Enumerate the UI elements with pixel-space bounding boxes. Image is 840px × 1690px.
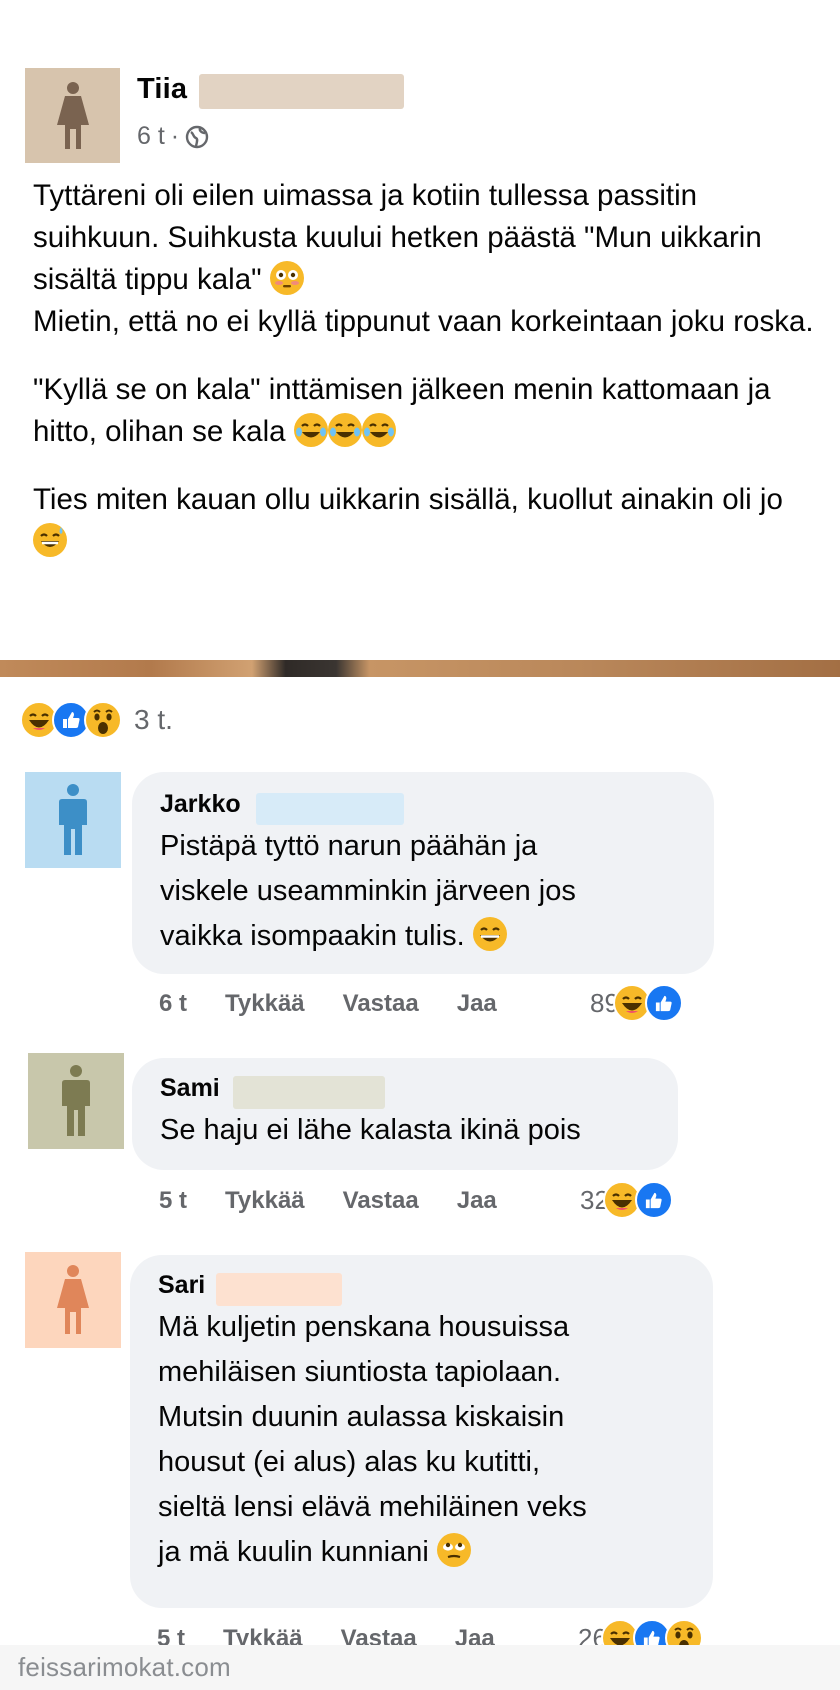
male-person-icon xyxy=(62,1065,90,1136)
reaction-count[interactable]: 3 t. xyxy=(134,704,173,736)
post-paragraph: Tyttäreni oli eilen uimassa ja kotiin tu… xyxy=(33,179,814,338)
like-button[interactable]: Tykkää xyxy=(225,1187,305,1215)
comment-reactions[interactable]: 89 xyxy=(590,984,683,1022)
comment-author-name[interactable]: Sami xyxy=(160,1074,650,1109)
tears-of-joy-icon xyxy=(293,413,328,447)
globe-icon xyxy=(185,125,209,148)
redacted-surname xyxy=(256,793,404,825)
tears-of-joy-icon xyxy=(327,413,362,447)
like-icon xyxy=(634,1181,673,1219)
comment-author-avatar[interactable] xyxy=(28,1053,124,1149)
share-button[interactable]: Jaa xyxy=(457,990,497,1018)
watermark: feissarimokat.com xyxy=(18,1652,231,1682)
reaction-summary[interactable]: 3 t. xyxy=(20,701,173,739)
post-author-name[interactable]: Tiia xyxy=(137,73,187,106)
like-icon xyxy=(644,984,683,1022)
post: Tiia 6 t · Tyttäreni oli eilen uimassa j… xyxy=(0,0,840,660)
redacted-surname xyxy=(216,1273,342,1306)
sweat-smile-icon xyxy=(33,523,67,557)
comment-time[interactable]: 6 t xyxy=(159,990,187,1018)
post-meta: 6 t · xyxy=(137,122,209,151)
like-button[interactable]: Tykkää xyxy=(225,990,305,1018)
share-button[interactable]: Jaa xyxy=(457,1187,497,1215)
tears-of-joy-icon xyxy=(361,413,396,447)
grinning-face-icon xyxy=(472,917,507,951)
reply-button[interactable]: Vastaa xyxy=(343,1187,419,1215)
comment-author-name[interactable]: Jarkko xyxy=(160,790,686,825)
comment-reactions[interactable]: 32 xyxy=(580,1181,673,1219)
comment-actions: 6 t Tykkää Vastaa Jaa xyxy=(159,990,535,1018)
post-image-edge[interactable] xyxy=(0,660,840,677)
post-time[interactable]: 6 t xyxy=(137,122,165,151)
post-paragraph: "Kyllä se on kala" inttämisen jälkeen me… xyxy=(33,373,771,448)
redacted-surname xyxy=(199,74,404,109)
post-body: Tyttäreni oli eilen uimassa ja kotiin tu… xyxy=(33,175,823,589)
comment-actions: 5 t Tykkää Vastaa Jaa xyxy=(159,1187,535,1215)
female-person-icon xyxy=(56,81,89,149)
comment-text: Se haju ei lähe kalasta ikinä pois xyxy=(160,1114,581,1146)
comment-author-avatar[interactable] xyxy=(25,772,121,868)
comment-bubble: Sari Mä kuljetin penskana housuissa mehi… xyxy=(130,1255,713,1608)
meta-separator: · xyxy=(170,122,180,150)
comment-author-name[interactable]: Sari xyxy=(158,1271,685,1306)
eye-roll-icon xyxy=(436,1533,471,1567)
comment-bubble: Sami Se haju ei lähe kalasta ikinä pois xyxy=(132,1058,678,1170)
comment-text: Mä kuljetin penskana housuissa mehiläise… xyxy=(158,1311,587,1568)
reply-button[interactable]: Vastaa xyxy=(343,990,419,1018)
redacted-surname xyxy=(233,1076,385,1109)
post-paragraph: Ties miten kauan ollu uikkarin sisällä, … xyxy=(33,479,823,563)
wow-icon xyxy=(84,701,122,739)
female-person-icon xyxy=(57,1265,89,1334)
comment-author-avatar[interactable] xyxy=(25,1252,121,1348)
comment-text: Pistäpä tyttö narun päähän ja viskele us… xyxy=(160,830,576,952)
comment-time[interactable]: 5 t xyxy=(159,1187,187,1215)
comment-bubble: Jarkko Pistäpä tyttö narun päähän ja vis… xyxy=(132,772,714,974)
male-person-icon xyxy=(59,784,87,855)
post-author-avatar[interactable] xyxy=(25,68,120,163)
flushed-face-icon xyxy=(269,261,304,295)
